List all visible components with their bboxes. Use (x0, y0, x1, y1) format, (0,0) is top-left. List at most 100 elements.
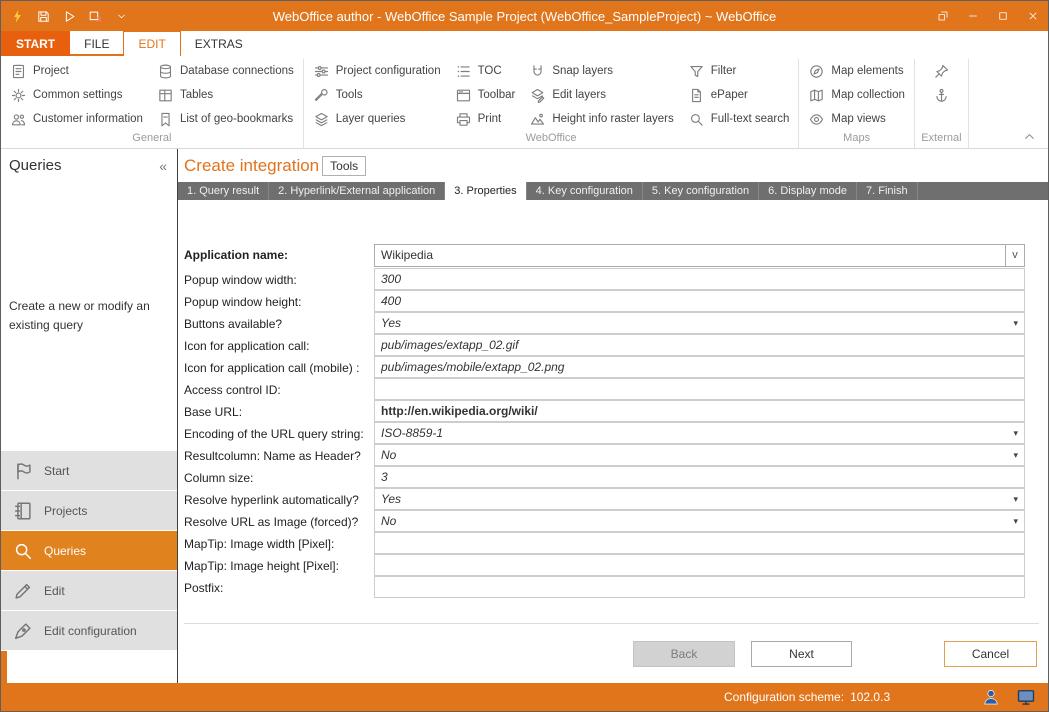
tab-file[interactable]: FILE (70, 31, 123, 56)
field-label: Encoding of the URL query string: (184, 423, 374, 445)
buttons-available-select[interactable] (375, 313, 1024, 333)
ribbon-group-weboffice: Project configuration Tools Layer querie… (304, 59, 800, 148)
close-icon[interactable] (1018, 1, 1048, 31)
wizard-step-6[interactable]: 6. Display mode (759, 182, 857, 200)
ribbon-item-map-elements[interactable]: Map elements (801, 59, 912, 83)
ribbon-item-customer-information[interactable]: Customer information (3, 107, 150, 131)
maptip-image-height-input[interactable] (375, 555, 1024, 575)
ribbon-item-common-settings[interactable]: Common settings (3, 83, 150, 107)
ribbon-item-tables[interactable]: Tables (150, 83, 301, 107)
ribbon-item-label: ePaper (711, 89, 748, 101)
main-panel: Create integration Tools 1. Query result… (178, 149, 1048, 683)
combobox-dropdown-button[interactable]: v (1005, 245, 1024, 266)
ribbon-item-geo-bookmarks[interactable]: List of geo-bookmarks (150, 107, 301, 131)
ribbon-item-snap-layers[interactable]: Snap layers (522, 59, 680, 83)
wizard-steps: 1. Query result 2. Hyperlink/External ap… (178, 182, 1048, 200)
sidebar-item-edit-configuration[interactable]: Edit configuration (1, 611, 177, 650)
ribbon-item-toc[interactable]: TOC (448, 59, 523, 83)
wizard-step-7[interactable]: 7. Finish (857, 182, 918, 200)
configuration-scheme-label: Configuration scheme: (724, 690, 844, 704)
ribbon-item-map-views[interactable]: Map views (801, 107, 912, 131)
print-icon (455, 111, 472, 128)
chevron-up-icon[interactable] (1022, 129, 1037, 144)
ribbon-item-project-configuration[interactable]: Project configuration (306, 59, 448, 83)
ribbon-group-label: WebOffice (306, 131, 797, 148)
ribbon-item-external-tool[interactable] (917, 83, 966, 107)
ribbon-item-layer-queries[interactable]: Layer queries (306, 107, 448, 131)
postfix-input[interactable] (375, 577, 1024, 597)
popout-icon[interactable] (928, 1, 958, 31)
field-label: Icon for application call: (184, 335, 374, 357)
epaper-icon (688, 87, 705, 104)
remote-desktop-icon[interactable] (1016, 687, 1036, 707)
ribbon-item-tools[interactable]: Tools (306, 83, 448, 107)
ribbon-item-project[interactable]: Project (3, 59, 150, 83)
tab-edit[interactable]: EDIT (123, 31, 180, 56)
back-button[interactable]: Back (633, 641, 735, 667)
cancel-button[interactable]: Cancel (944, 641, 1037, 667)
edit-config-icon (12, 620, 34, 642)
sidebar-filler (1, 651, 177, 683)
minimize-icon[interactable] (958, 1, 988, 31)
map-views-icon (808, 111, 825, 128)
icon-application-call-input[interactable] (375, 335, 1024, 355)
tab-extras[interactable]: EXTRAS (181, 31, 257, 56)
access-control-id-input[interactable] (375, 379, 1024, 399)
run-icon[interactable] (58, 5, 81, 28)
sidebar-item-label: Queries (44, 544, 86, 558)
sidebar-collapse-button[interactable]: « (154, 158, 172, 174)
ribbon-item-height-info-raster-layers[interactable]: Height info raster layers (522, 107, 680, 131)
weboffice-author-window: WebOffice author - WebOffice Sample Proj… (0, 0, 1049, 712)
base-url-input[interactable] (375, 401, 1024, 421)
sidebar-header: Queries « (9, 157, 172, 174)
sidebar-nav: Start Projects Queries Edit Edit configu… (1, 451, 177, 651)
tables-icon (157, 87, 174, 104)
quick-access-dropdown-icon[interactable] (110, 5, 133, 28)
column-size-input[interactable] (375, 467, 1024, 487)
application-name-combobox[interactable]: Wikipedia v (374, 244, 1025, 267)
ribbon-item-toolbar[interactable]: Toolbar (448, 83, 523, 107)
sidebar-item-start[interactable]: Start (1, 451, 177, 490)
save-icon[interactable] (32, 5, 55, 28)
ribbon-item-edit-layers[interactable]: Edit layers (522, 83, 680, 107)
resolve-hyperlink-select[interactable] (375, 489, 1024, 509)
edit-layers-icon (529, 87, 546, 104)
ribbon-item-epaper[interactable]: ePaper (681, 83, 797, 107)
wizard-step-4[interactable]: 4. Key configuration (527, 182, 643, 200)
ribbon-item-label: Common settings (33, 89, 122, 101)
tools-icon (313, 87, 330, 104)
field-label: Application name: (184, 244, 374, 269)
ribbon-item-pin[interactable] (917, 59, 966, 83)
tab-start[interactable]: START (1, 31, 70, 56)
popup-window-height-input[interactable] (375, 291, 1024, 311)
tools-button[interactable]: Tools (322, 156, 366, 176)
ribbon-item-fulltext-search[interactable]: Full-text search (681, 107, 797, 131)
ribbon-item-label: Project configuration (336, 65, 441, 77)
popup-window-width-input[interactable] (375, 269, 1024, 289)
sidebar-item-queries[interactable]: Queries (1, 531, 177, 570)
ribbon-item-print[interactable]: Print (448, 107, 523, 131)
maptip-image-width-input[interactable] (375, 533, 1024, 553)
icon-application-call-mobile-input[interactable] (375, 357, 1024, 377)
next-button[interactable]: Next (751, 641, 852, 667)
sidebar-item-label: Edit configuration (44, 624, 137, 638)
wizard-step-1[interactable]: 1. Query result (178, 182, 269, 200)
sidebar-item-projects[interactable]: Projects (1, 491, 177, 530)
sidebar-title: Queries (9, 157, 154, 174)
field-label: Column size: (184, 467, 374, 489)
ribbon-group-label: External (917, 131, 966, 148)
wizard-step-3[interactable]: 3. Properties (445, 182, 526, 200)
cancel-run-icon[interactable] (84, 5, 107, 28)
maximize-icon[interactable] (988, 1, 1018, 31)
sidebar-item-edit[interactable]: Edit (1, 571, 177, 610)
ribbon-item-filter[interactable]: Filter (681, 59, 797, 83)
url-encoding-select[interactable] (375, 423, 1024, 443)
wizard-step-5[interactable]: 5. Key configuration (643, 182, 759, 200)
resultcolumn-header-select[interactable] (375, 445, 1024, 465)
wizard-step-2[interactable]: 2. Hyperlink/External application (269, 182, 445, 200)
ribbon-item-map-collection[interactable]: Map collection (801, 83, 912, 107)
ribbon-item-database-connections[interactable]: Database connections (150, 59, 301, 83)
user-icon[interactable] (981, 687, 1001, 707)
resolve-url-image-select[interactable] (375, 511, 1024, 531)
field-label: Resolve hyperlink automatically? (184, 489, 374, 511)
